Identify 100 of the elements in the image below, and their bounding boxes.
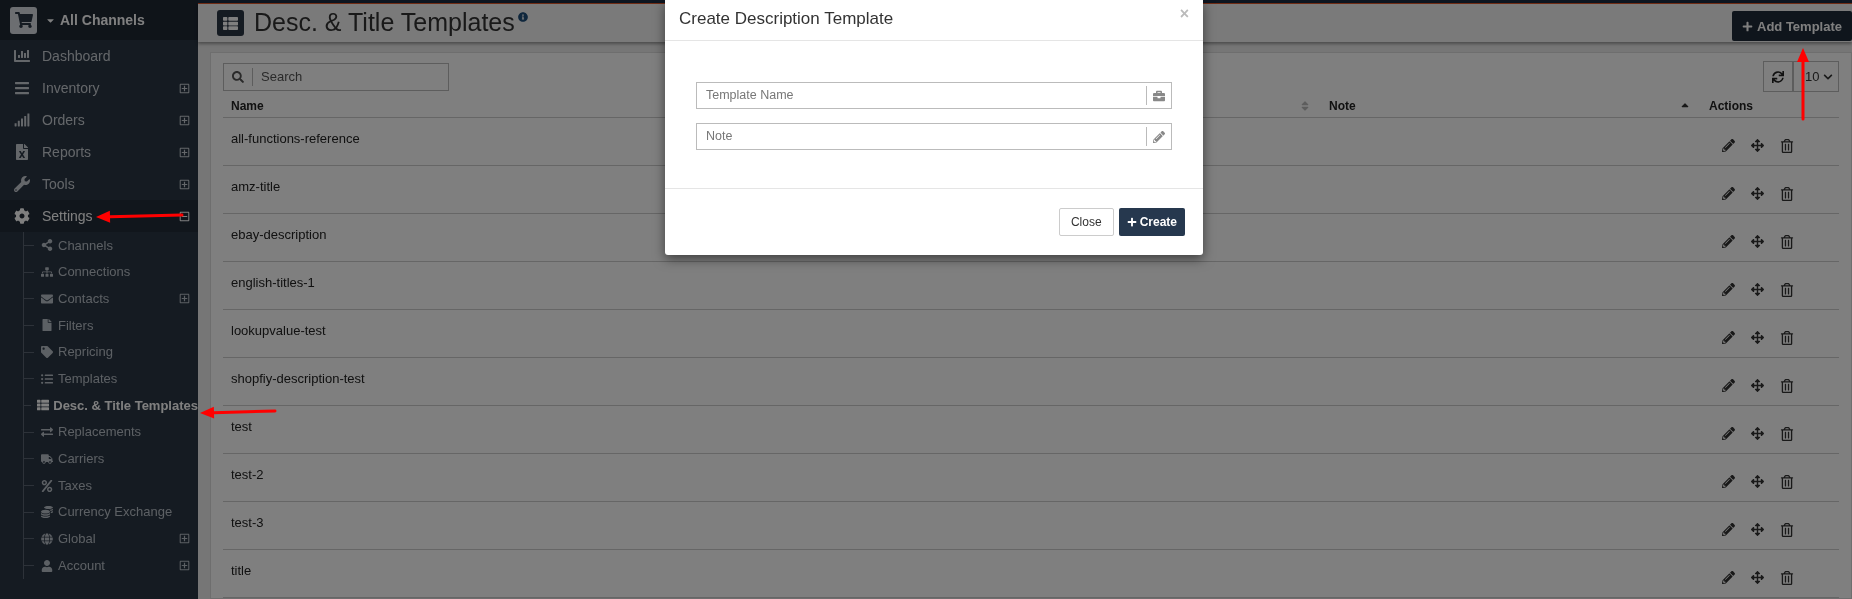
expand-icon[interactable]	[179, 178, 190, 190]
table-cell: test	[231, 419, 252, 434]
move-arrows-icon[interactable]	[1751, 187, 1764, 200]
expand-icon[interactable]	[179, 560, 190, 572]
edit-icon[interactable]	[1722, 283, 1735, 296]
expand-icon[interactable]	[179, 293, 190, 305]
move-arrows-icon[interactable]	[1751, 571, 1764, 584]
trash-icon[interactable]	[1780, 330, 1794, 345]
sidebar-item[interactable]: Orders	[0, 104, 198, 136]
sidebar-item[interactable]: Tools	[0, 168, 198, 200]
trash-icon[interactable]	[1780, 426, 1794, 441]
sidebar-subitem[interactable]: Repricing	[24, 338, 198, 366]
edit-icon[interactable]	[1722, 475, 1735, 488]
sidebar-item[interactable]: Inventory	[0, 72, 198, 104]
expand-icon[interactable]	[179, 114, 190, 126]
chevron-down-icon	[1823, 71, 1833, 82]
table-cell: english-titles-1	[231, 275, 315, 290]
sidebar-subitem[interactable]: Account	[24, 552, 198, 579]
move-arrows-icon[interactable]	[1751, 283, 1764, 296]
sidebar-subitem[interactable]: Carriers	[24, 445, 198, 473]
nodes-icon	[40, 239, 54, 252]
sidebar-subitem[interactable]: Connections	[24, 258, 198, 286]
trash-icon[interactable]	[1780, 522, 1794, 537]
sidebar-subitem[interactable]: Replacements	[24, 418, 198, 446]
table-cell: ebay-description	[231, 227, 327, 242]
edit-icon[interactable]	[1722, 187, 1735, 200]
sidebar-subitem[interactable]: Channels	[24, 232, 198, 259]
expand-icon[interactable]	[179, 82, 190, 94]
user-icon	[40, 559, 54, 572]
table-cell: title	[231, 563, 252, 578]
list-icon	[40, 372, 54, 385]
sidebar-label: Inventory	[42, 78, 100, 98]
trash-icon[interactable]	[1780, 378, 1794, 393]
sidebar-subitem[interactable]: Currency Exchange	[24, 498, 198, 526]
column-header[interactable]: Name	[231, 96, 264, 115]
edit-icon[interactable]	[1722, 571, 1735, 584]
sidebar-subitem[interactable]: Filters	[24, 312, 198, 339]
tag-icon	[40, 346, 54, 359]
edit-icon[interactable]	[1722, 235, 1735, 248]
signal-bars-icon	[12, 112, 32, 128]
move-arrows-icon[interactable]	[1751, 331, 1764, 344]
sidebar-subitem[interactable]: Taxes	[24, 472, 198, 499]
trash-icon[interactable]	[1780, 138, 1794, 153]
sidebar-label: Dashboard	[42, 46, 111, 66]
sidebar-subitem[interactable]: Contacts	[24, 285, 198, 313]
text-field[interactable]: Template Name	[696, 82, 1172, 109]
move-arrows-icon[interactable]	[1751, 427, 1764, 440]
column-header[interactable]: Note	[1329, 96, 1356, 115]
sidebar-item[interactable]: Settings	[0, 200, 198, 232]
search-field[interactable]: Search	[223, 62, 449, 91]
plus-icon	[1126, 217, 1137, 227]
sidebar-item[interactable]: Reports	[0, 136, 198, 168]
modal-title: Create Description Template	[679, 8, 894, 30]
trash-icon[interactable]	[1780, 234, 1794, 249]
wrench-icon	[12, 176, 32, 192]
move-arrows-icon[interactable]	[1751, 523, 1764, 536]
edit-icon[interactable]	[1722, 379, 1735, 392]
column-header[interactable]: Actions	[1709, 96, 1753, 115]
trash-icon[interactable]	[1780, 186, 1794, 201]
expand-icon[interactable]	[179, 146, 190, 158]
bar-chart-icon	[12, 48, 32, 64]
create-button[interactable]: Create	[1118, 208, 1185, 236]
info-icon[interactable]	[517, 12, 528, 23]
add-template-button[interactable]: Add Template	[1732, 11, 1852, 42]
table-cell: shopfiy-description-test	[231, 371, 365, 386]
table-cell: all-functions-reference	[231, 131, 360, 146]
exchange-arrows-icon	[40, 426, 54, 439]
globe-icon	[40, 532, 54, 545]
plus-icon	[1742, 21, 1753, 32]
refresh-button[interactable]	[1763, 61, 1793, 92]
page-title: Desc. & Title Templates	[254, 7, 515, 39]
sidebar-item[interactable]: Dashboard	[0, 40, 198, 72]
table-cell: lookupvalue-test	[231, 323, 326, 338]
close-button[interactable]: Close	[1058, 208, 1114, 236]
move-arrows-icon[interactable]	[1751, 235, 1764, 248]
list-icon	[217, 10, 244, 37]
sidebar-subitem[interactable]: Templates	[24, 365, 198, 393]
edit-icon[interactable]	[1722, 427, 1735, 440]
text-field[interactable]: Note	[696, 123, 1172, 150]
collapse-icon[interactable]	[179, 210, 190, 222]
sidebar-subitem[interactable]: Global	[24, 525, 198, 553]
move-arrows-icon[interactable]	[1751, 139, 1764, 152]
trash-icon[interactable]	[1780, 282, 1794, 297]
sidebar-subitem[interactable]: Desc. & Title Templates	[24, 392, 198, 419]
table-cell: test-3	[231, 515, 264, 530]
percent-icon	[40, 479, 54, 492]
trash-icon[interactable]	[1780, 570, 1794, 585]
trash-icon[interactable]	[1780, 474, 1794, 489]
expand-icon[interactable]	[179, 533, 190, 545]
truck-icon	[40, 452, 54, 465]
move-arrows-icon[interactable]	[1751, 379, 1764, 392]
cart-logo-icon	[10, 6, 37, 34]
file-icon	[40, 319, 54, 332]
move-arrows-icon[interactable]	[1751, 475, 1764, 488]
table-cell: test-2	[231, 467, 264, 482]
edit-icon[interactable]	[1722, 523, 1735, 536]
edit-icon[interactable]	[1722, 139, 1735, 152]
edit-icon[interactable]	[1722, 331, 1735, 344]
refresh-icon	[1772, 70, 1784, 83]
sidebar-label: Tools	[42, 174, 75, 194]
